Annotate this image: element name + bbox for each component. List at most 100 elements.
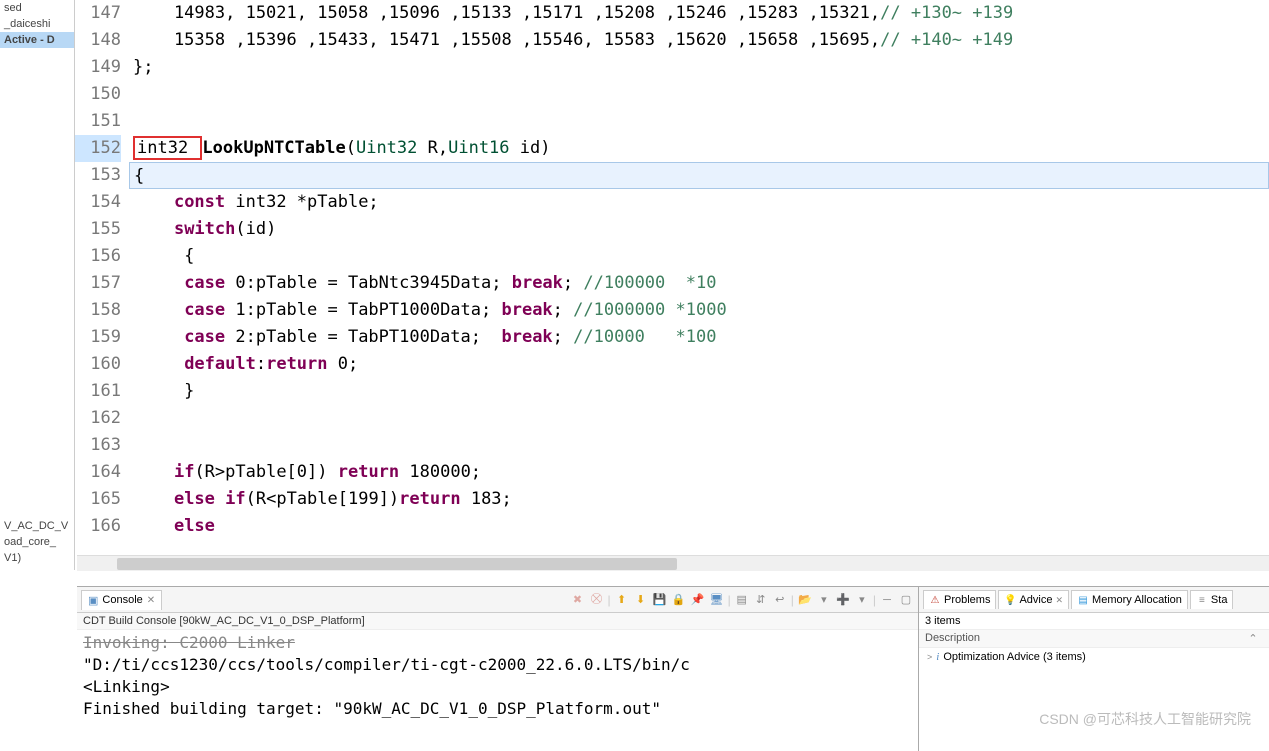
line-number: 149 [75,54,121,81]
tab-memory-allocation[interactable]: ▤Memory Allocation [1071,590,1188,609]
line-number: 164 [75,459,121,486]
code-line[interactable]: else if(R<pTable[199])return 183; [129,486,1269,513]
tree-item-label: Optimization Advice (3 items) [943,651,1085,663]
code-line[interactable] [129,108,1269,135]
sort-arrow-icon[interactable]: ⌃ [1243,632,1263,645]
right-panel-tabs: ⚠Problems💡Advice✕▤Memory Allocation≡Sta [919,587,1269,613]
tab-advice[interactable]: 💡Advice ✕ [998,590,1069,609]
maximize-icon[interactable]: ▢ [898,592,914,608]
console-line: "D:/ti/ccs1230/ccs/tools/compiler/ti-cgt… [83,654,912,676]
code-line[interactable]: 14983, 15021, 15058 ,15096 ,15133 ,15171… [129,0,1269,27]
line-number: 158 [75,297,121,324]
tab-label: Advice [1019,594,1052,606]
code-line[interactable]: { [129,162,1269,189]
info-icon: i [936,651,939,663]
description-column-header[interactable]: Description ⌃ [919,630,1269,648]
console-line: <Linking> [83,676,912,698]
dropdown-icon[interactable]: ▾ [816,592,832,608]
line-number: 162 [75,405,121,432]
code-line[interactable]: int32 LookUpNTCTable(Uint32 R,Uint16 id) [129,135,1269,162]
code-line[interactable] [129,81,1269,108]
line-number: 153 [75,162,121,189]
code-line[interactable]: case 1:pTable = TabPT1000Data; break; //… [129,297,1269,324]
line-number: 148 [75,27,121,54]
lock-icon[interactable]: 🔒 [671,592,687,608]
line-number: 165 [75,486,121,513]
new-console-icon[interactable]: ➕ [835,592,851,608]
pin-icon[interactable]: 📌 [690,592,706,608]
code-line[interactable]: else [129,513,1269,540]
tab-sta[interactable]: ≡Sta [1190,590,1234,609]
line-number: 154 [75,189,121,216]
sta-icon: ≡ [1196,594,1208,606]
console-output[interactable]: Invoking: C2000 Linker"D:/ti/ccs1230/ccs… [77,630,918,751]
remove-icon[interactable]: ✖ [570,592,586,608]
minimize-icon[interactable]: ─ [879,592,895,608]
sidebar-item[interactable]: oad_core_ [0,534,75,550]
sidebar-bottom-items: V_AC_DC_Voad_core_V1) [0,518,75,566]
code-line[interactable] [129,432,1269,459]
close-icon[interactable]: ✕ [147,595,155,606]
tab-label: Sta [1211,594,1228,606]
advice-icon: 💡 [1004,594,1016,606]
expand-icon[interactable]: > [927,652,932,662]
line-number: 152 [75,135,121,162]
editor-horizontal-scrollbar[interactable] [77,555,1269,571]
code-line[interactable]: { [129,243,1269,270]
console-toolbar: ✖ ⛒ | ⬆ ⬇ 💾 🔒 📌 🖥 | ▤ ⇵ ↩ | 📂 ▾ ➕ ▾ | ─ [570,592,915,608]
sidebar-item[interactable]: V_AC_DC_V [0,518,75,534]
code-line[interactable]: const int32 *pTable; [129,189,1269,216]
clear-icon[interactable]: ▤ [734,592,750,608]
memory allocation-icon: ▤ [1077,594,1089,606]
open-console-icon[interactable]: 📂 [797,592,813,608]
console-tabs-row: ▣ Console ✕ ✖ ⛒ | ⬆ ⬇ 💾 🔒 📌 🖥 | ▤ ⇵ ↩ | … [77,587,918,613]
line-number: 157 [75,270,121,297]
tab-problems[interactable]: ⚠Problems [923,590,996,609]
code-line[interactable]: if(R>pTable[0]) return 180000; [129,459,1269,486]
line-number: 150 [75,81,121,108]
project-explorer-sidebar: sed_daiceshiActive - D [0,0,75,570]
code-editor[interactable]: 1471481491501511521531541551561571581591… [75,0,1269,570]
tab-label: Problems [944,594,990,606]
code-line[interactable]: case 0:pTable = TabNtc3945Data; break; /… [129,270,1269,297]
code-line[interactable]: }; [129,54,1269,81]
scroll-lock-icon[interactable]: ⇵ [753,592,769,608]
sidebar-item[interactable]: V1) [0,550,75,566]
save-icon[interactable]: 💾 [652,592,668,608]
line-number: 160 [75,351,121,378]
console-line: Invoking: C2000 Linker [83,632,912,654]
wrap-icon[interactable]: ↩ [772,592,788,608]
close-icon[interactable]: ✕ [1056,595,1064,606]
sidebar-item[interactable]: sed [0,0,74,16]
line-number: 156 [75,243,121,270]
line-number: 155 [75,216,121,243]
dropdown-icon[interactable]: ▾ [854,592,870,608]
console-subheader: CDT Build Console [90kW_AC_DC_V1_0_DSP_P… [77,613,918,630]
code-line[interactable] [129,405,1269,432]
arrow-down-icon[interactable]: ⬇ [633,592,649,608]
console-tab[interactable]: ▣ Console ✕ [81,590,162,610]
console-panel: ▣ Console ✕ ✖ ⛒ | ⬆ ⬇ 💾 🔒 📌 🖥 | ▤ ⇵ ↩ | … [77,587,919,751]
arrow-up-icon[interactable]: ⬆ [614,592,630,608]
scrollbar-thumb[interactable] [117,558,677,570]
advice-panel: ⚠Problems💡Advice✕▤Memory Allocation≡Sta … [919,587,1269,751]
code-line[interactable]: default:return 0; [129,351,1269,378]
code-line[interactable]: 15358 ,15396 ,15433, 15471 ,15508 ,15546… [129,27,1269,54]
advice-tree-item[interactable]: > i Optimization Advice (3 items) [919,648,1269,666]
remove-all-icon[interactable]: ⛒ [589,592,605,608]
advice-tree: > i Optimization Advice (3 items) [919,648,1269,666]
console-icon: ▣ [88,594,98,607]
code-content[interactable]: 14983, 15021, 15058 ,15096 ,15133 ,15171… [129,0,1269,570]
sidebar-item[interactable]: _daiceshi [0,16,74,32]
console-line: Finished building target: "90kW_AC_DC_V1… [83,698,912,720]
code-line[interactable]: } [129,378,1269,405]
code-line[interactable]: case 2:pTable = TabPT100Data; break; //1… [129,324,1269,351]
tab-label: Memory Allocation [1092,594,1182,606]
items-count: 3 items [919,613,1269,630]
display-icon[interactable]: 🖥 [709,592,725,608]
sidebar-item[interactable]: Active - D [0,32,74,48]
line-number: 147 [75,0,121,27]
code-line[interactable]: switch(id) [129,216,1269,243]
line-number: 159 [75,324,121,351]
line-number: 151 [75,108,121,135]
